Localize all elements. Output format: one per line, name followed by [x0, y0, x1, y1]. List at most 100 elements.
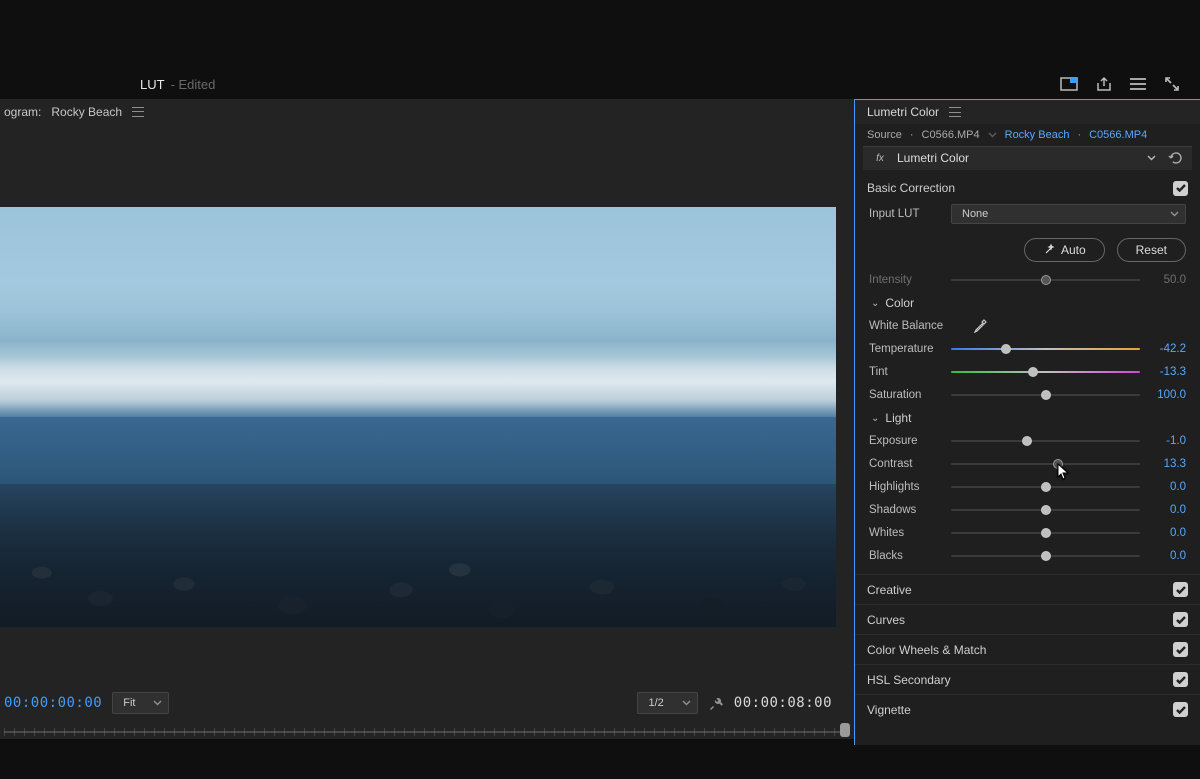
exposure-value[interactable]: -1.0 — [1148, 435, 1186, 447]
color-title: Color — [885, 296, 914, 310]
lumetri-panel: Lumetri Color Source · C0566.MP4 Rocky B… — [854, 99, 1200, 745]
program-name: Rocky Beach — [51, 105, 122, 119]
section-hsl-secondary[interactable]: HSL Secondary — [855, 664, 1200, 694]
slider-thumb[interactable] — [1041, 528, 1051, 538]
preview-image — [0, 207, 836, 627]
effect-selector[interactable]: fx Lumetri Color — [863, 146, 1192, 170]
contrast-value[interactable]: 13.3 — [1148, 458, 1186, 470]
temperature-value[interactable]: -42.2 — [1148, 343, 1186, 355]
checkbox-curves[interactable] — [1173, 612, 1188, 627]
lumetri-panel-tab[interactable]: Lumetri Color — [855, 100, 1200, 124]
timeline-out-marker[interactable] — [840, 723, 850, 737]
menu-icon[interactable] — [1130, 78, 1146, 90]
panel-menu-icon[interactable] — [132, 107, 144, 117]
intensity-label: Intensity — [869, 274, 943, 286]
temperature-label: Temperature — [869, 343, 943, 355]
blacks-value[interactable]: 0.0 — [1148, 550, 1186, 562]
slider-thumb[interactable] — [1041, 505, 1051, 515]
slider-thumb[interactable] — [1022, 436, 1032, 446]
program-monitor: ogram: Rocky Beach 00:00:00:00 Fit 1/2 0… — [0, 99, 854, 739]
tint-label: Tint — [869, 366, 943, 378]
title-area — [0, 0, 1200, 69]
source-label: Source — [867, 129, 902, 141]
color-subsection[interactable]: ⌄ Color — [869, 292, 1186, 314]
share-icon[interactable] — [1096, 76, 1112, 92]
transport-bar: 00:00:00:00 Fit 1/2 00:00:08:00 — [0, 687, 836, 719]
section-title: Curves — [867, 613, 905, 627]
highlights-label: Highlights — [869, 481, 943, 493]
exposure-slider[interactable] — [951, 434, 1140, 448]
slider-thumb[interactable] — [1028, 367, 1038, 377]
fx-badge: fx — [871, 153, 889, 164]
fit-dropdown[interactable]: Fit — [112, 692, 169, 714]
contrast-label: Contrast — [869, 458, 943, 470]
blacks-slider[interactable] — [951, 549, 1140, 563]
slider-thumb[interactable] — [1041, 551, 1051, 561]
top-right-icons — [1060, 69, 1180, 99]
whites-label: Whites — [869, 527, 943, 539]
saturation-slider[interactable] — [951, 388, 1140, 402]
whites-value[interactable]: 0.0 — [1148, 527, 1186, 539]
workspace-tabs: LUT - Edited — [0, 69, 1200, 99]
zoom-dropdown[interactable]: 1/2 — [637, 692, 697, 714]
source-file[interactable]: C0566.MP4 — [922, 129, 980, 141]
whites-slider[interactable] — [951, 526, 1140, 540]
shadows-value[interactable]: 0.0 — [1148, 504, 1186, 516]
chevron-down-icon: ⌄ — [871, 413, 879, 424]
clip-file[interactable]: C0566.MP4 — [1089, 129, 1147, 141]
section-curves[interactable]: Curves — [855, 604, 1200, 634]
tint-value[interactable]: -13.3 — [1148, 366, 1186, 378]
checkbox-creative[interactable] — [1173, 582, 1188, 597]
highlights-value[interactable]: 0.0 — [1148, 481, 1186, 493]
fullscreen-icon[interactable] — [1164, 76, 1180, 92]
timecode-out[interactable]: 00:00:08:00 — [734, 695, 832, 711]
slider-thumb[interactable] — [1053, 459, 1063, 469]
timecode-in[interactable]: 00:00:00:00 — [4, 695, 102, 711]
highlights-row: Highlights 0.0 — [869, 476, 1186, 498]
chevron-down-icon: ⌄ — [871, 298, 879, 309]
preview-clouds — [0, 358, 836, 417]
fit-label: Fit — [123, 697, 135, 709]
reset-label: Reset — [1136, 243, 1167, 257]
window-maximize-icon[interactable] — [1060, 77, 1078, 91]
panel-menu-icon[interactable] — [949, 107, 961, 117]
blacks-label: Blacks — [869, 550, 943, 562]
tint-row: Tint -13.3 — [869, 361, 1186, 383]
temperature-slider[interactable] — [951, 342, 1140, 356]
checkbox-hsl[interactable] — [1173, 672, 1188, 687]
reset-button[interactable]: Reset — [1117, 238, 1186, 262]
tint-slider[interactable] — [951, 365, 1140, 379]
clip-name[interactable]: Rocky Beach — [1005, 129, 1070, 141]
slider-thumb[interactable] — [1001, 344, 1011, 354]
checkbox-basic[interactable] — [1173, 181, 1188, 196]
shadows-row: Shadows 0.0 — [869, 499, 1186, 521]
preview-rocks — [0, 484, 836, 627]
timeline-track[interactable] — [4, 731, 840, 733]
video-preview[interactable] — [0, 207, 836, 627]
reset-effect-icon[interactable] — [1168, 151, 1184, 165]
checkbox-wheels[interactable] — [1173, 642, 1188, 657]
shadows-slider[interactable] — [951, 503, 1140, 517]
section-title: Basic Correction — [867, 181, 955, 195]
slider-thumb[interactable] — [1041, 390, 1051, 400]
slider-thumb[interactable] — [1041, 482, 1051, 492]
mini-timeline[interactable] — [4, 721, 850, 739]
section-basic-correction[interactable]: Basic Correction — [855, 170, 1200, 200]
section-color-wheels[interactable]: Color Wheels & Match — [855, 634, 1200, 664]
eyedropper-icon[interactable] — [973, 319, 987, 333]
auto-button[interactable]: Auto — [1024, 238, 1105, 262]
section-creative[interactable]: Creative — [855, 574, 1200, 604]
workspace-tab-lut[interactable]: LUT - Edited — [140, 77, 215, 92]
saturation-value[interactable]: 100.0 — [1148, 389, 1186, 401]
section-vignette[interactable]: Vignette — [855, 694, 1200, 724]
auto-reset-row: Auto Reset — [855, 232, 1200, 266]
section-title: Creative — [867, 583, 912, 597]
highlights-slider[interactable] — [951, 480, 1140, 494]
wrench-icon[interactable] — [708, 695, 724, 711]
whites-row: Whites 0.0 — [869, 522, 1186, 544]
checkbox-vignette[interactable] — [1173, 702, 1188, 717]
contrast-slider[interactable] — [951, 457, 1140, 471]
light-subsection[interactable]: ⌄ Light — [869, 407, 1186, 429]
input-lut-dropdown[interactable]: None — [951, 204, 1186, 224]
saturation-row: Saturation 100.0 — [869, 384, 1186, 406]
